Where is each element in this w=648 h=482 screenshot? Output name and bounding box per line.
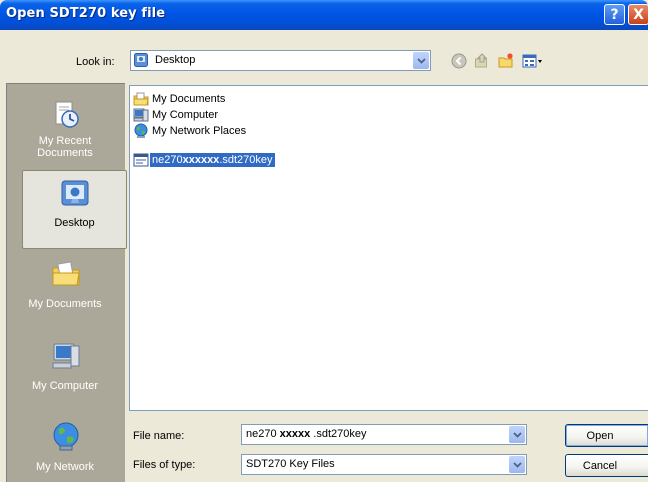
places-label-desktop: Desktop [54,217,95,229]
places-label-network: My Network [35,461,95,473]
file-type-dropdown-button[interactable] [509,456,525,473]
chevron-down-icon [512,431,522,438]
chevron-down-icon [512,461,522,468]
back-icon[interactable] [451,53,467,69]
file-name-input[interactable]: ne270 xxxxx .sdt270key [241,424,527,445]
window-title: Open SDT270 key file [6,6,166,21]
recent-documents-icon [55,101,79,128]
help-icon: ? [610,6,619,23]
file-type-value: SDT270 Key Files [246,458,335,470]
list-item[interactable]: My Computer [133,107,220,123]
places-item-computer[interactable]: My Computer [7,334,125,404]
places-item-documents[interactable]: My Documents [7,252,125,322]
file-name: My Documents [152,93,226,105]
places-label-computer: My Computer [31,380,99,392]
file-name-dropdown-button[interactable] [509,426,525,443]
my-computer-icon [133,108,149,122]
places-item-recent[interactable]: My Recent Documents [7,92,125,172]
open-button[interactable]: Open [565,424,648,447]
places-bar: My RecentDocuments Desktop My Documents [6,83,127,482]
open-file-dialog: Open SDT270 key file ? X Look in: Deskto… [0,0,648,482]
look-in-label: Look in: [76,56,115,68]
file-name: My Computer [152,109,219,121]
network-places-icon [134,123,148,138]
desktop-icon [61,180,89,206]
view-menu-icon[interactable] [522,53,544,69]
list-item[interactable]: My Network Places [133,123,248,139]
look-in-value: Desktop [155,54,196,66]
my-network-icon [53,422,79,451]
desktop-icon [134,53,148,67]
up-folder-icon[interactable] [474,53,490,69]
cancel-button-label: Cancel [582,459,618,472]
file-name: My Network Places [152,125,247,137]
places-label-documents: My Documents [28,298,102,310]
places-item-desktop[interactable]: Desktop [22,170,127,249]
file-name: ne270xxxxxx.sdt270key [150,153,275,167]
places-item-network[interactable]: My Network [7,416,125,482]
file-list[interactable]: My Documents My Computer My Network Plac… [129,85,648,411]
list-item[interactable]: ne270xxxxxx.sdt270key [133,152,275,168]
title-bar[interactable]: Open SDT270 key file ? X [0,0,648,30]
look-in-dropdown-button[interactable] [413,52,429,69]
cancel-button[interactable]: Cancel [565,454,648,477]
places-label-recent: My Recent Documents [37,135,93,159]
list-item[interactable]: My Documents [133,91,227,107]
file-name-label: File name: [133,430,185,442]
my-computer-icon [52,343,80,369]
new-folder-icon[interactable] [498,53,514,69]
file-name-value: ne270 xxxxx .sdt270key [246,428,367,440]
my-documents-icon [52,261,80,286]
look-in-combo[interactable]: Desktop [130,50,431,71]
open-button-label: Open [586,429,614,442]
file-type-select[interactable]: SDT270 Key Files [241,454,527,475]
key-file-icon [133,153,149,167]
chevron-down-icon [416,57,426,64]
close-button[interactable]: X [628,4,648,25]
file-type-label: Files of type: [133,459,196,471]
help-button[interactable]: ? [604,4,625,25]
my-documents-folder-icon [133,92,149,106]
close-icon: X [633,6,644,23]
